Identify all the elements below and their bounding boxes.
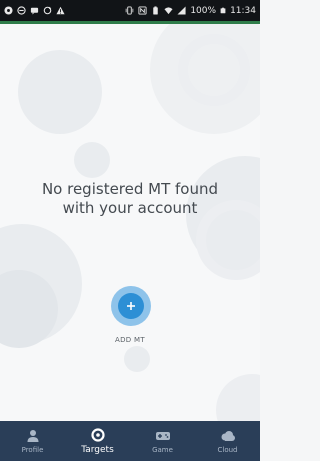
battery-saver-icon: [153, 6, 159, 15]
status-bar: 100% 11:34: [0, 0, 260, 24]
battery-icon: [220, 7, 226, 14]
empty-message-line-1: No registered MT found: [41, 180, 219, 198]
nav-label-game: Game: [152, 445, 173, 454]
background-bubble: [216, 374, 260, 421]
vibrate-icon: [126, 6, 134, 15]
battery-percent: 100%: [190, 5, 217, 16]
target-icon: [90, 427, 105, 442]
person-icon: [27, 429, 38, 442]
background-bubble: [74, 142, 110, 178]
warning-icon: [56, 6, 65, 15]
plus-icon: [127, 302, 135, 310]
main-content: No registered MT found with your account…: [0, 24, 260, 421]
sync-icon: [43, 6, 52, 15]
status-right-icons: 100% 11:34: [125, 6, 256, 16]
background-bubble: [178, 34, 250, 106]
nav-label-profile: Profile: [21, 445, 44, 454]
nav-item-targets[interactable]: Targets: [65, 421, 130, 461]
settings-icon: [4, 6, 13, 15]
bottom-nav: Profile Targets Game Cloud: [0, 421, 260, 461]
gamepad-icon: [155, 431, 170, 440]
empty-state-message: No registered MT found with your account: [20, 180, 240, 218]
nav-item-game[interactable]: Game: [130, 421, 195, 461]
add-mt-button-halo: [111, 286, 151, 326]
signal-icon: [177, 6, 186, 15]
nav-label-targets: Targets: [81, 444, 114, 455]
add-mt-button[interactable]: [118, 293, 144, 319]
add-mt-label: ADD MT: [115, 336, 145, 344]
nav-item-cloud[interactable]: Cloud: [195, 421, 260, 461]
wifi-icon: [164, 7, 173, 15]
minus-circle-icon: [17, 6, 26, 15]
nfc-icon: [138, 6, 147, 15]
cloud-icon: [221, 430, 235, 441]
status-left-icons: [4, 6, 65, 15]
background-bubble: [18, 50, 102, 134]
status-time: 11:34: [230, 5, 256, 16]
message-icon: [30, 7, 39, 15]
empty-message-line-2: with your account: [62, 199, 198, 217]
background-bubble: [124, 346, 150, 372]
nav-label-cloud: Cloud: [217, 445, 238, 454]
nav-item-profile[interactable]: Profile: [0, 421, 65, 461]
